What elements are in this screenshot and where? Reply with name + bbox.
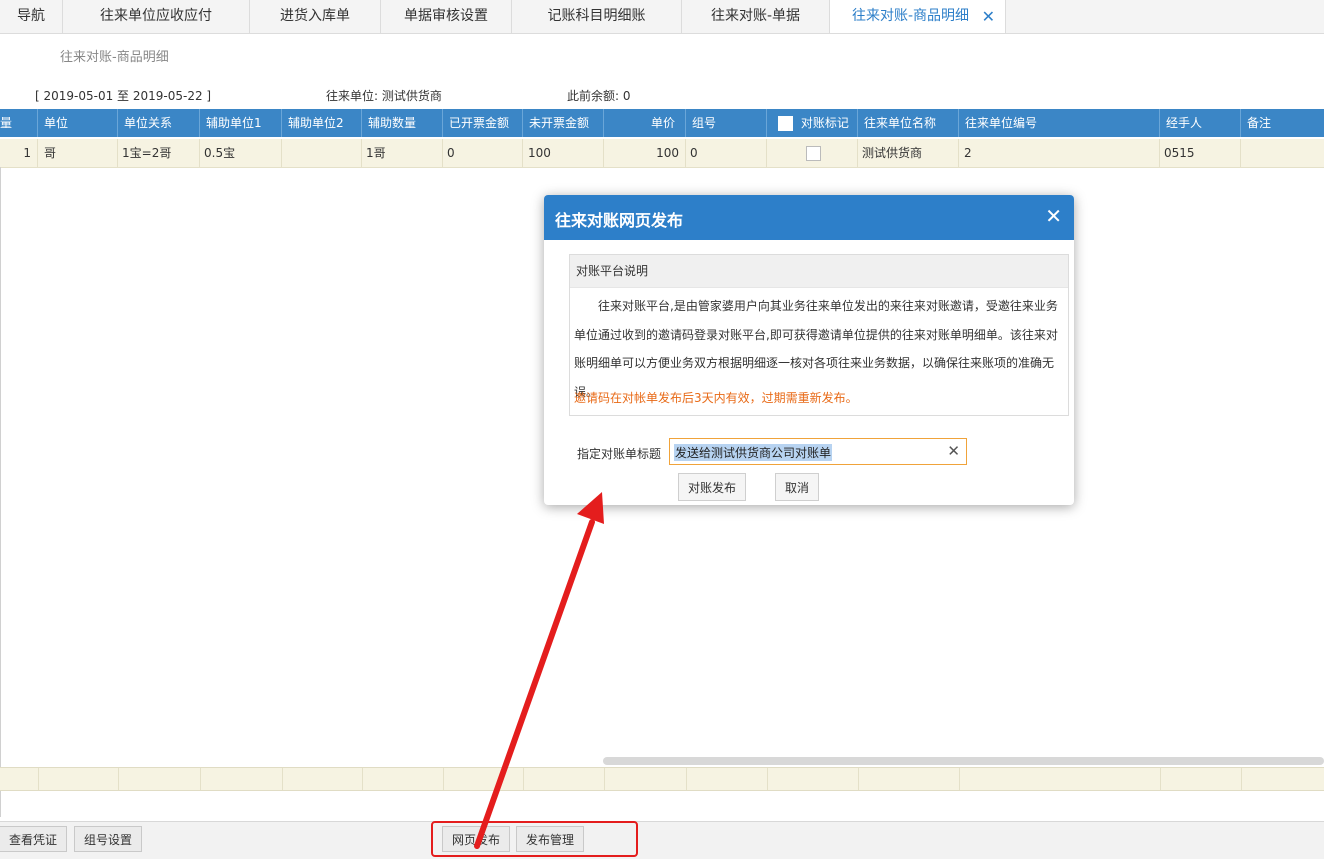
cell-handler: 0515	[1160, 139, 1241, 167]
summary-cell	[443, 768, 524, 790]
summary-cell	[0, 768, 39, 790]
col-aux-qty[interactable]: 辅助数量	[362, 109, 443, 137]
summary-cell	[200, 768, 283, 790]
tab-receivables-payables[interactable]: 往来单位应收应付	[63, 0, 250, 33]
page-title: 往来对账-商品明细	[60, 50, 169, 65]
bottom-toolbar: 查看凭证 组号设置 网页发布 发布管理	[0, 821, 1324, 859]
clear-icon[interactable]: ✕	[947, 442, 960, 460]
tab-audit-settings[interactable]: 单据审核设置	[381, 0, 512, 33]
summary-cell	[362, 768, 444, 790]
col-aux-unit1[interactable]: 辅助单位1	[200, 109, 282, 137]
tab-nav[interactable]: 导航	[0, 0, 63, 33]
col-qty[interactable]: 量	[0, 109, 38, 137]
col-unit[interactable]: 单位	[38, 109, 118, 137]
confirm-publish-button[interactable]: 对账发布	[678, 473, 747, 501]
summary-cell	[767, 768, 859, 790]
tab-reconcile-docs[interactable]: 往来对账-单据	[682, 0, 830, 33]
tab-label: 导航	[17, 8, 45, 24]
summary-cell	[118, 768, 201, 790]
summary-cell	[686, 768, 768, 790]
grid-left-border	[0, 167, 1, 817]
col-price[interactable]: 单价	[604, 109, 686, 137]
tab-label: 往来对账-商品明细	[852, 8, 970, 24]
grid-header: 量 单位 单位关系 辅助单位1 辅助单位2 辅助数量 已开票金额 未开票金额 单…	[0, 109, 1324, 137]
col-partner-code[interactable]: 往来单位编号	[959, 109, 1160, 137]
cell-remark	[1241, 139, 1324, 167]
cell-unit: 哥	[38, 139, 118, 167]
publish-dialog: 往来对账网页发布 ✕ 对账平台说明 往来对账平台,是由管家婆用户向其业务往来单位…	[544, 195, 1074, 505]
title-field-label: 指定对账单标题	[577, 447, 662, 461]
summary-row	[0, 767, 1324, 791]
tab-account-ledger[interactable]: 记账科目明细账	[512, 0, 682, 33]
tab-label: 往来对账-单据	[710, 8, 801, 24]
tab-label: 进货入库单	[280, 8, 350, 24]
cell-qty: 1	[0, 139, 38, 167]
summary-cell	[858, 768, 960, 790]
tab-purchase-receipt[interactable]: 进货入库单	[250, 0, 381, 33]
col-handler[interactable]: 经手人	[1160, 109, 1241, 137]
title-input-value[interactable]: 发送给测试供货商公司对账单	[674, 444, 833, 461]
dialog-title: 往来对账网页发布	[555, 211, 684, 230]
prior-balance: 此前余额: 0	[567, 89, 631, 103]
cell-aux2	[282, 139, 362, 167]
col-aux-unit2[interactable]: 辅助单位2	[282, 109, 362, 137]
cell-partner-code: 2	[959, 139, 1160, 167]
tab-reconcile-items[interactable]: 往来对账-商品明细 ✕	[830, 0, 1006, 33]
tab-label: 单据审核设置	[404, 8, 488, 24]
col-invoiced[interactable]: 已开票金额	[443, 109, 523, 137]
cell-partner-name: 测试供货商	[858, 139, 959, 167]
cell-aux1: 0.5宝	[200, 139, 282, 167]
cell-aux-qty: 1哥	[362, 139, 443, 167]
summary-cell	[38, 768, 119, 790]
highlight-box	[431, 821, 638, 857]
close-icon[interactable]: ✕	[982, 0, 995, 33]
description-panel: 对账平台说明 往来对账平台,是由管家婆用户向其业务往来单位发出的来往来对账邀请，…	[569, 254, 1069, 416]
tab-label: 往来单位应收应付	[100, 8, 212, 24]
cell-reconcile-mark	[767, 139, 858, 167]
summary-cell	[523, 768, 605, 790]
cell-relation: 1宝=2哥	[118, 139, 200, 167]
view-voucher-button[interactable]: 查看凭证	[0, 826, 68, 852]
tab-bar: 导航 往来单位应收应付 进货入库单 单据审核设置 记账科目明细账 往来对账-单据…	[0, 0, 1324, 34]
title-input[interactable]: 发送给测试供货商公司对账单 ✕	[669, 438, 967, 465]
col-group[interactable]: 组号	[686, 109, 767, 137]
date-range: [ 2019-05-01 至 2019-05-22 ]	[35, 89, 212, 103]
reconcile-checkbox[interactable]	[806, 146, 821, 161]
partner-info: 往来单位: 测试供货商	[326, 89, 442, 103]
col-label: 对账标记	[800, 116, 849, 130]
cell-price: 100	[604, 139, 686, 167]
cancel-button[interactable]: 取消	[775, 473, 820, 501]
summary-cell	[282, 768, 363, 790]
cell-group: 0	[686, 139, 767, 167]
select-all-checkbox[interactable]	[778, 116, 793, 131]
col-remark[interactable]: 备注	[1241, 109, 1324, 137]
cell-uninvoiced: 100	[523, 139, 604, 167]
tab-label: 记账科目明细账	[547, 8, 646, 24]
close-icon[interactable]: ✕	[1045, 205, 1062, 227]
warning-text: 邀请码在对帐单发布后3天内有效，过期需重新发布。	[574, 391, 858, 405]
col-reconcile-mark[interactable]: 对账标记	[767, 109, 858, 137]
summary-cell	[1160, 768, 1242, 790]
arrow-shaft	[474, 519, 595, 849]
col-partner-name[interactable]: 往来单位名称	[858, 109, 959, 137]
col-unit-relation[interactable]: 单位关系	[118, 109, 200, 137]
cell-invoiced: 0	[443, 139, 523, 167]
panel-title: 对账平台说明	[570, 255, 1068, 288]
group-settings-button[interactable]: 组号设置	[74, 826, 143, 852]
summary-cell	[959, 768, 1161, 790]
summary-cell	[604, 768, 687, 790]
col-uninvoiced[interactable]: 未开票金额	[523, 109, 604, 137]
table-row[interactable]: 1 哥 1宝=2哥 0.5宝 1哥 0 100 100 0 测试供货商 2 05…	[0, 139, 1324, 168]
horizontal-scrollbar[interactable]	[603, 757, 1324, 765]
dialog-header: 往来对账网页发布 ✕	[544, 195, 1074, 240]
